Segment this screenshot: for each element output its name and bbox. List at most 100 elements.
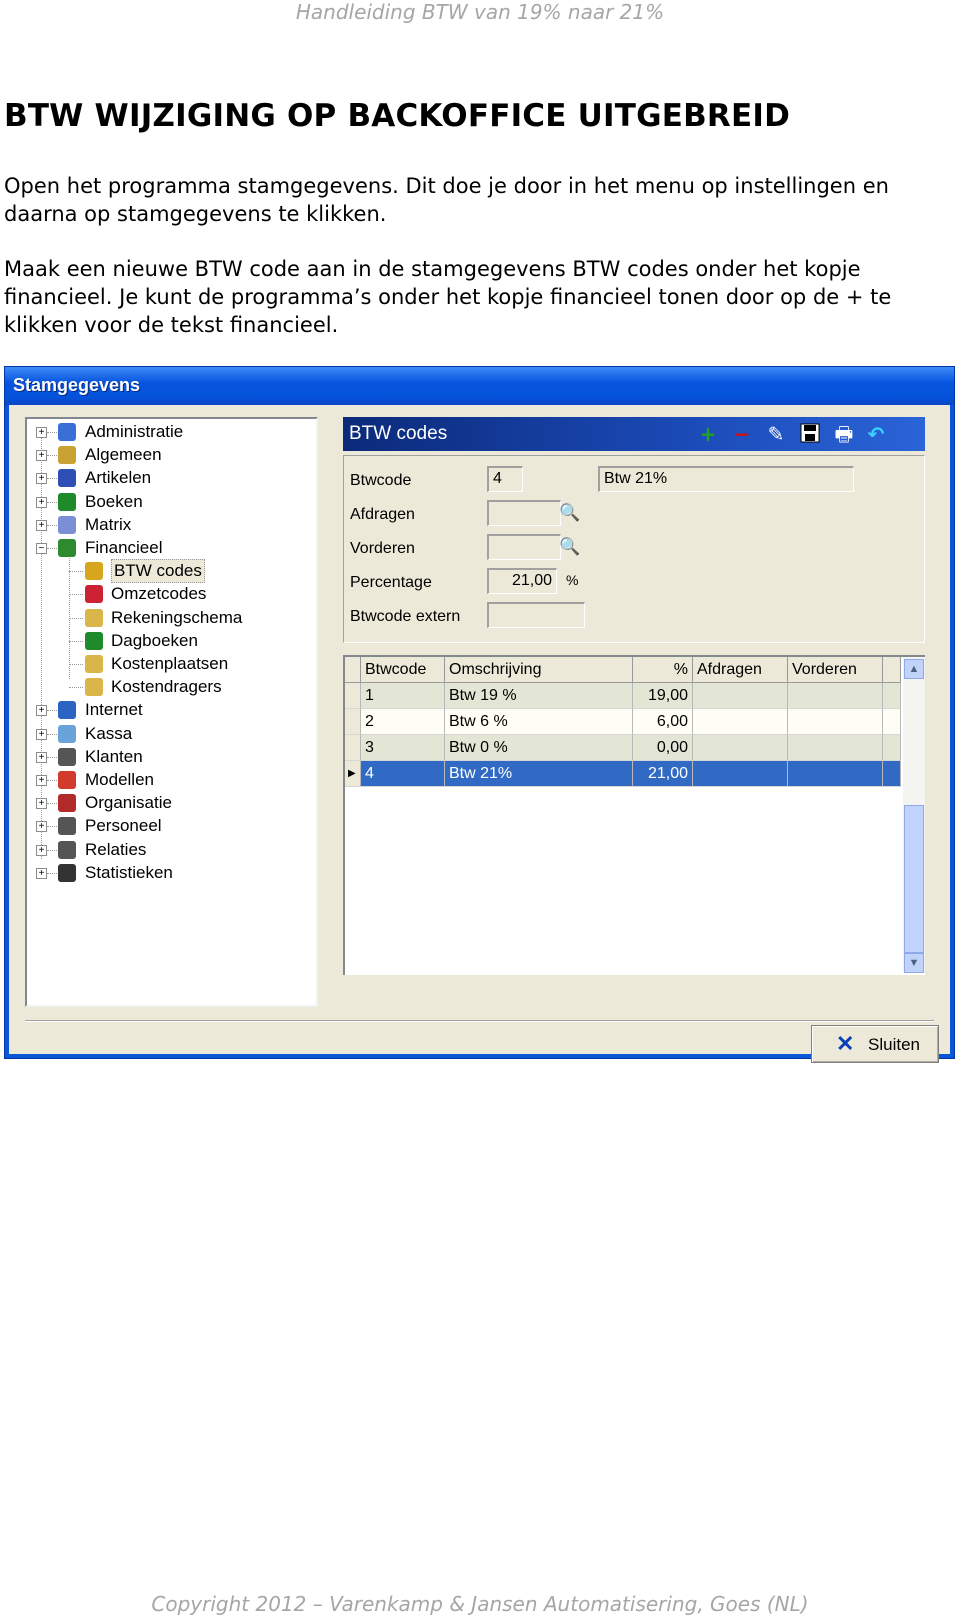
print-icon[interactable]: 🖶 [833,423,855,445]
cell-omschrijving[interactable]: Btw 19 % [445,683,633,709]
percent-sign: % [566,572,579,588]
globe-icon [58,701,76,720]
tree-item-administratie[interactable]: + Administratie [27,421,312,443]
grid-scrollbar[interactable]: ▲ ▼ [903,657,925,973]
percentage-field[interactable]: 21,00 [487,568,557,594]
save-icon[interactable] [799,423,821,445]
col-afdragen[interactable]: Afdragen [693,657,788,683]
add-icon[interactable]: + [697,423,719,445]
cell-btwcode[interactable]: 3 [361,735,445,761]
expand-icon[interactable]: + [36,705,47,717]
expand-icon[interactable]: + [36,427,47,438]
expand-icon[interactable]: + [36,751,47,763]
expand-icon[interactable]: + [36,519,47,531]
cell-vorderen[interactable] [788,683,883,709]
cell-vorderen[interactable] [788,761,883,787]
cell-omschrijving[interactable]: Btw 6 % [445,709,633,735]
expand-icon[interactable]: + [36,775,47,786]
afdragen-search-icon[interactable]: 🔍 [558,501,582,525]
cell-percentage[interactable]: 0,00 [633,735,693,761]
tree-item-financieel[interactable]: − Financieel [27,537,312,559]
expand-icon[interactable]: + [36,867,47,879]
undo-icon[interactable]: ↶ [865,423,887,445]
col-vorderen[interactable]: Vorderen [788,657,883,683]
tree-item-btw-codes[interactable]: BTW codes [27,559,312,584]
tree-item-kassa[interactable]: + Kassa [27,723,312,745]
cell-percentage[interactable]: 6,00 [633,709,693,735]
table-row[interactable]: 1 Btw 19 % 19,00 [345,683,901,709]
tree-item-klanten[interactable]: + Klanten [27,746,312,768]
row-indicator[interactable] [345,683,361,709]
cell-omschrijving[interactable]: Btw 0 % [445,735,633,761]
tree-item-label: Klanten [85,746,143,766]
tree-item-kostenplaatsen[interactable]: Kostenplaatsen [27,653,312,675]
table-row[interactable]: ▶ 4 Btw 21% 21,00 [345,761,901,787]
current-row-icon[interactable]: ▶ [345,761,361,787]
tree-item-matrix[interactable]: + Matrix [27,514,312,536]
row-indicator[interactable] [345,735,361,761]
expand-icon[interactable]: + [36,728,47,740]
table-row[interactable]: 2 Btw 6 % 6,00 [345,709,901,735]
tree-item-dagboeken[interactable]: Dagboeken [27,630,312,652]
scroll-thumb[interactable] [904,805,924,953]
cell-afdragen[interactable] [693,735,788,761]
cell-vorderen[interactable] [788,709,883,735]
paragraph-open-program: Open het programma stamgegevens. Dit doe… [4,174,889,226]
scroll-up-icon[interactable]: ▲ [904,659,924,679]
edit-icon[interactable]: ✎ [765,423,787,445]
expand-icon[interactable]: + [36,798,47,810]
btwcode-field[interactable]: 4 [487,466,523,492]
tree-item-internet[interactable]: + Internet [27,699,312,721]
row-filler[interactable] [883,735,901,761]
tree-item-artikelen[interactable]: + Artikelen [27,467,312,489]
col-omschrijving[interactable]: Omschrijving [445,657,633,683]
expand-icon[interactable]: + [36,450,47,462]
row-indicator[interactable] [345,709,361,735]
cell-btwcode[interactable]: 1 [361,683,445,709]
tree-item-modellen[interactable]: + Modellen [27,769,312,791]
row-filler[interactable] [883,683,901,709]
vorderen-field[interactable] [487,534,561,560]
row-indicator-header [345,657,361,683]
cell-percentage[interactable]: 21,00 [633,761,693,787]
expand-icon[interactable]: + [36,473,47,485]
btwcode-label: Btwcode [350,472,412,489]
cell-vorderen[interactable] [788,735,883,761]
expand-icon[interactable]: + [36,821,47,833]
tree-item-statistieken[interactable]: + Statistieken [27,862,312,884]
vorderen-search-icon[interactable]: 🔍 [558,535,582,559]
expand-icon[interactable]: + [36,844,47,856]
tree-item-rekeningschema[interactable]: Rekeningschema [27,607,312,629]
tree-item-kostendragers[interactable]: Kostendragers [27,676,312,698]
cell-afdragen[interactable] [693,683,788,709]
description-field[interactable]: Btw 21% [598,466,854,492]
row-filler[interactable] [883,709,901,735]
col-percentage[interactable]: % [633,657,693,683]
btwcode-extern-field[interactable] [487,602,585,628]
scroll-down-icon[interactable]: ▼ [904,953,924,973]
expand-icon[interactable]: + [36,496,47,508]
tree-item-relaties[interactable]: + Relaties [27,839,312,861]
tree-item-label: Algemeen [85,445,162,465]
tree-item-personeel[interactable]: + Personeel [27,815,312,837]
afdragen-label: Afdragen [350,506,415,523]
row-filler[interactable] [883,761,901,787]
tree-item-organisatie[interactable]: + Organisatie [27,792,312,814]
close-button[interactable]: ✕ Sluiten [811,1025,939,1063]
cell-btwcode[interactable]: 4 [361,761,445,787]
delete-icon[interactable]: − [731,423,753,445]
table-row[interactable]: 3 Btw 0 % 0,00 [345,735,901,761]
tree-item-label: Modellen [85,770,154,789]
collapse-icon[interactable]: − [36,543,47,554]
cell-percentage[interactable]: 19,00 [633,683,693,709]
cell-afdragen[interactable] [693,761,788,787]
tree-item-algemeen[interactable]: + Algemeen [27,444,312,466]
cell-omschrijving[interactable]: Btw 21% [445,761,633,787]
tree-item-boeken[interactable]: + Boeken [27,491,312,513]
cell-afdragen[interactable] [693,709,788,735]
col-btwcode[interactable]: Btwcode [361,657,445,683]
tree-item-omzetcodes[interactable]: Omzetcodes [27,583,312,605]
afdragen-field[interactable] [487,500,561,526]
window-titlebar[interactable]: Stamgegevens [5,367,954,405]
cell-btwcode[interactable]: 2 [361,709,445,735]
